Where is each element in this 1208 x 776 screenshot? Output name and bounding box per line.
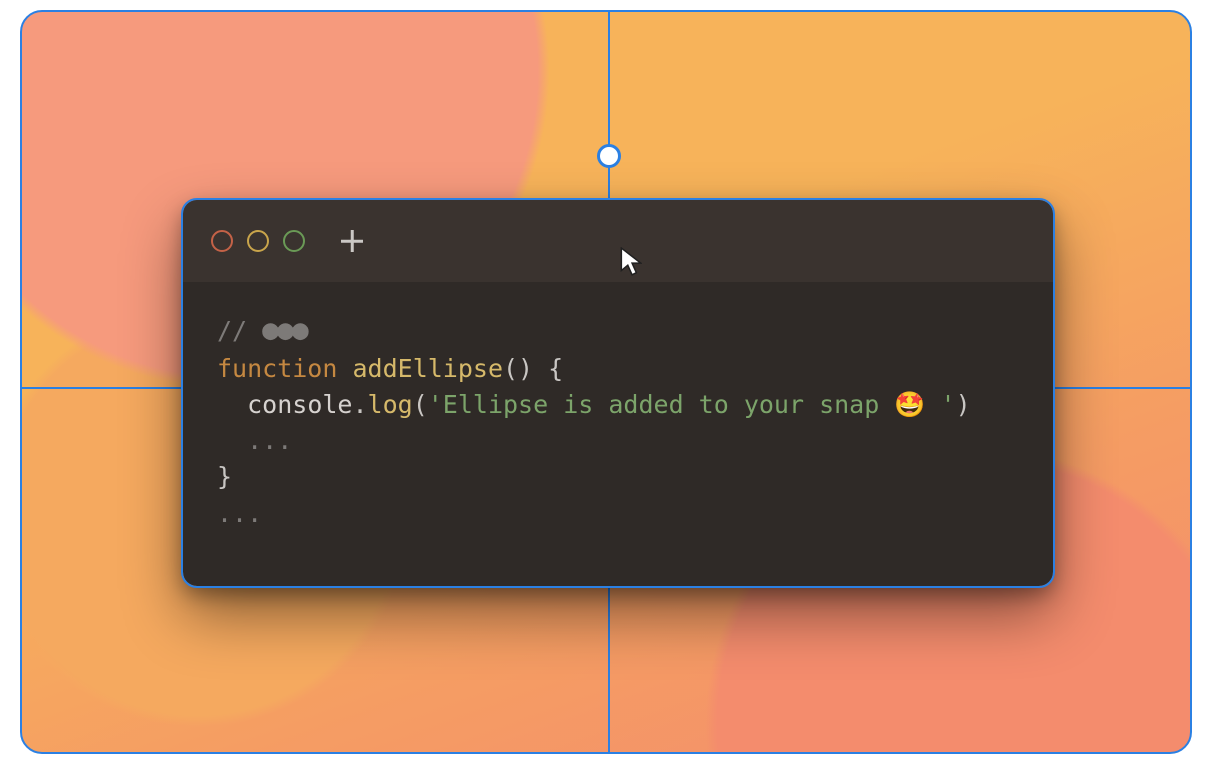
code-function-name: addEllipse <box>352 354 503 383</box>
rotation-handle-stem <box>608 164 610 202</box>
code-brace-close: } <box>217 462 232 491</box>
code-method-log: log <box>368 390 413 419</box>
code-punctuation: () { <box>503 354 563 383</box>
design-canvas[interactable]: // ●●● function addEllipse() { console.l… <box>20 10 1192 754</box>
traffic-light-zoom-icon[interactable] <box>283 230 305 252</box>
code-ellipsis: ... <box>217 499 262 528</box>
code-string-literal: 'Ellipse is added to your snap 🤩 ' <box>428 390 956 419</box>
code-editor[interactable]: // ●●● function addEllipse() { console.l… <box>183 282 1053 586</box>
rotation-handle[interactable] <box>597 144 621 168</box>
code-comment: // ●●● <box>217 316 307 345</box>
new-tab-icon[interactable] <box>341 230 363 252</box>
window-titlebar[interactable] <box>183 200 1053 282</box>
code-ellipsis: ... <box>247 426 292 455</box>
code-window[interactable]: // ●●● function addEllipse() { console.l… <box>183 200 1053 586</box>
traffic-light-minimize-icon[interactable] <box>247 230 269 252</box>
code-ident-console: console <box>247 390 352 419</box>
traffic-light-close-icon[interactable] <box>211 230 233 252</box>
code-keyword-function: function <box>217 354 337 383</box>
